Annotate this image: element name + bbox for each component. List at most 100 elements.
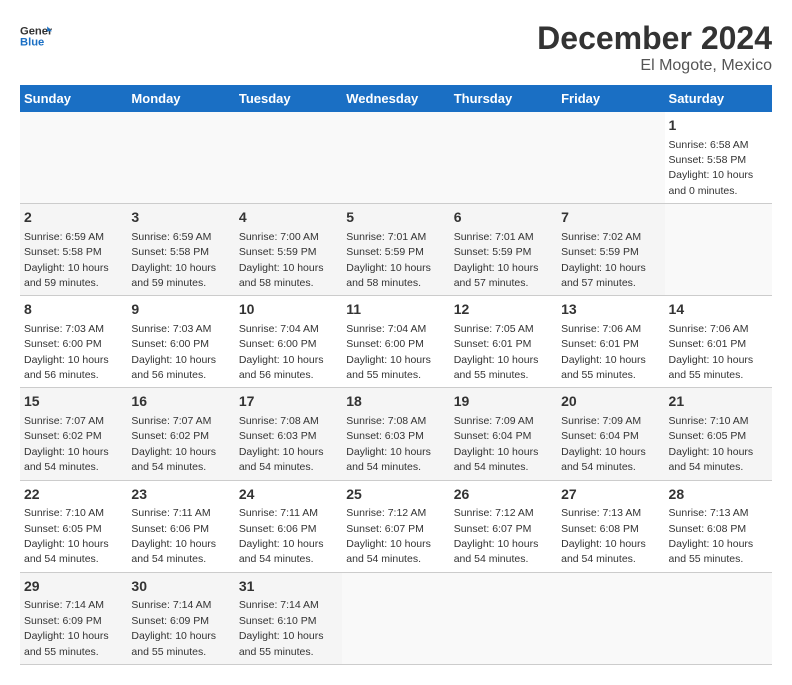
day-number: 17 — [239, 392, 338, 412]
calendar-cell: 4 Sunrise: 7:00 AMSunset: 5:59 PMDayligh… — [235, 204, 342, 296]
calendar-cell — [557, 112, 664, 204]
week-row-5: 22 Sunrise: 7:10 AMSunset: 6:05 PMDaylig… — [20, 480, 772, 572]
calendar-cell: 20 Sunrise: 7:09 AMSunset: 6:04 PMDaylig… — [557, 388, 664, 480]
day-number: 21 — [669, 392, 768, 412]
day-number: 14 — [669, 300, 768, 320]
logo-icon: General Blue — [20, 20, 52, 52]
day-number: 9 — [131, 300, 230, 320]
calendar-cell: 19 Sunrise: 7:09 AMSunset: 6:04 PMDaylig… — [450, 388, 557, 480]
col-header-saturday: Saturday — [665, 85, 772, 112]
col-header-thursday: Thursday — [450, 85, 557, 112]
sunrise-info: Sunrise: 7:04 AMSunset: 6:00 PMDaylight:… — [346, 323, 431, 381]
day-number: 25 — [346, 485, 445, 505]
week-row-6: 29 Sunrise: 7:14 AMSunset: 6:09 PMDaylig… — [20, 572, 772, 664]
calendar-cell: 25 Sunrise: 7:12 AMSunset: 6:07 PMDaylig… — [342, 480, 449, 572]
week-row-4: 15 Sunrise: 7:07 AMSunset: 6:02 PMDaylig… — [20, 388, 772, 480]
sunrise-info: Sunrise: 7:11 AMSunset: 6:06 PMDaylight:… — [131, 507, 216, 565]
day-number: 23 — [131, 485, 230, 505]
calendar-cell — [235, 112, 342, 204]
calendar-cell: 31 Sunrise: 7:14 AMSunset: 6:10 PMDaylig… — [235, 572, 342, 664]
sunrise-info: Sunrise: 7:14 AMSunset: 6:09 PMDaylight:… — [24, 599, 109, 657]
sunrise-info: Sunrise: 7:12 AMSunset: 6:07 PMDaylight:… — [346, 507, 431, 565]
day-number: 19 — [454, 392, 553, 412]
calendar-cell: 21 Sunrise: 7:10 AMSunset: 6:05 PMDaylig… — [665, 388, 772, 480]
sunrise-info: Sunrise: 7:03 AMSunset: 6:00 PMDaylight:… — [131, 323, 216, 381]
day-number: 26 — [454, 485, 553, 505]
col-header-wednesday: Wednesday — [342, 85, 449, 112]
calendar-cell — [342, 112, 449, 204]
calendar-cell: 22 Sunrise: 7:10 AMSunset: 6:05 PMDaylig… — [20, 480, 127, 572]
calendar-cell: 2 Sunrise: 6:59 AMSunset: 5:58 PMDayligh… — [20, 204, 127, 296]
calendar-cell: 14 Sunrise: 7:06 AMSunset: 6:01 PMDaylig… — [665, 296, 772, 388]
day-number: 8 — [24, 300, 123, 320]
sunrise-info: Sunrise: 7:13 AMSunset: 6:08 PMDaylight:… — [669, 507, 754, 565]
week-row-3: 8 Sunrise: 7:03 AMSunset: 6:00 PMDayligh… — [20, 296, 772, 388]
col-header-monday: Monday — [127, 85, 234, 112]
sunrise-info: Sunrise: 7:13 AMSunset: 6:08 PMDaylight:… — [561, 507, 646, 565]
sunrise-info: Sunrise: 7:07 AMSunset: 6:02 PMDaylight:… — [131, 415, 216, 473]
page-subtitle: El Mogote, Mexico — [537, 57, 772, 75]
day-number: 30 — [131, 577, 230, 597]
logo: General Blue — [20, 20, 52, 52]
day-number: 16 — [131, 392, 230, 412]
sunrise-info: Sunrise: 7:14 AMSunset: 6:10 PMDaylight:… — [239, 599, 324, 657]
day-number: 3 — [131, 208, 230, 228]
calendar-cell: 9 Sunrise: 7:03 AMSunset: 6:00 PMDayligh… — [127, 296, 234, 388]
day-number: 12 — [454, 300, 553, 320]
week-row-2: 2 Sunrise: 6:59 AMSunset: 5:58 PMDayligh… — [20, 204, 772, 296]
sunrise-info: Sunrise: 7:03 AMSunset: 6:00 PMDaylight:… — [24, 323, 109, 381]
day-number: 27 — [561, 485, 660, 505]
calendar-cell — [665, 572, 772, 664]
sunrise-info: Sunrise: 7:00 AMSunset: 5:59 PMDaylight:… — [239, 231, 324, 289]
sunrise-info: Sunrise: 7:10 AMSunset: 6:05 PMDaylight:… — [24, 507, 109, 565]
calendar-cell: 7 Sunrise: 7:02 AMSunset: 5:59 PMDayligh… — [557, 204, 664, 296]
calendar-cell: 15 Sunrise: 7:07 AMSunset: 6:02 PMDaylig… — [20, 388, 127, 480]
col-header-tuesday: Tuesday — [235, 85, 342, 112]
page-title: December 2024 — [537, 20, 772, 57]
sunrise-info: Sunrise: 7:02 AMSunset: 5:59 PMDaylight:… — [561, 231, 646, 289]
calendar-cell: 26 Sunrise: 7:12 AMSunset: 6:07 PMDaylig… — [450, 480, 557, 572]
calendar-cell: 10 Sunrise: 7:04 AMSunset: 6:00 PMDaylig… — [235, 296, 342, 388]
sunrise-info: Sunrise: 7:06 AMSunset: 6:01 PMDaylight:… — [669, 323, 754, 381]
calendar-cell — [665, 204, 772, 296]
calendar-cell: 18 Sunrise: 7:08 AMSunset: 6:03 PMDaylig… — [342, 388, 449, 480]
day-number: 22 — [24, 485, 123, 505]
day-number: 13 — [561, 300, 660, 320]
calendar-cell: 11 Sunrise: 7:04 AMSunset: 6:00 PMDaylig… — [342, 296, 449, 388]
calendar-cell: 16 Sunrise: 7:07 AMSunset: 6:02 PMDaylig… — [127, 388, 234, 480]
day-number: 29 — [24, 577, 123, 597]
calendar-cell: 27 Sunrise: 7:13 AMSunset: 6:08 PMDaylig… — [557, 480, 664, 572]
day-number: 1 — [669, 116, 768, 136]
day-number: 10 — [239, 300, 338, 320]
calendar-cell: 1 Sunrise: 6:58 AMSunset: 5:58 PMDayligh… — [665, 112, 772, 204]
sunrise-info: Sunrise: 7:08 AMSunset: 6:03 PMDaylight:… — [346, 415, 431, 473]
day-number: 5 — [346, 208, 445, 228]
calendar-cell: 8 Sunrise: 7:03 AMSunset: 6:00 PMDayligh… — [20, 296, 127, 388]
calendar-cell — [342, 572, 449, 664]
sunrise-info: Sunrise: 7:05 AMSunset: 6:01 PMDaylight:… — [454, 323, 539, 381]
calendar-cell: 23 Sunrise: 7:11 AMSunset: 6:06 PMDaylig… — [127, 480, 234, 572]
calendar-cell: 29 Sunrise: 7:14 AMSunset: 6:09 PMDaylig… — [20, 572, 127, 664]
sunrise-info: Sunrise: 7:10 AMSunset: 6:05 PMDaylight:… — [669, 415, 754, 473]
day-number: 18 — [346, 392, 445, 412]
sunrise-info: Sunrise: 7:01 AMSunset: 5:59 PMDaylight:… — [346, 231, 431, 289]
calendar-cell: 30 Sunrise: 7:14 AMSunset: 6:09 PMDaylig… — [127, 572, 234, 664]
svg-text:Blue: Blue — [20, 37, 44, 49]
sunrise-info: Sunrise: 6:59 AMSunset: 5:58 PMDaylight:… — [131, 231, 216, 289]
day-number: 2 — [24, 208, 123, 228]
calendar-cell — [450, 112, 557, 204]
day-number: 28 — [669, 485, 768, 505]
sunrise-info: Sunrise: 6:58 AMSunset: 5:58 PMDaylight:… — [669, 139, 754, 197]
calendar-cell: 24 Sunrise: 7:11 AMSunset: 6:06 PMDaylig… — [235, 480, 342, 572]
day-number: 4 — [239, 208, 338, 228]
sunrise-info: Sunrise: 7:09 AMSunset: 6:04 PMDaylight:… — [454, 415, 539, 473]
day-number: 6 — [454, 208, 553, 228]
week-row-1: 1 Sunrise: 6:58 AMSunset: 5:58 PMDayligh… — [20, 112, 772, 204]
calendar-cell: 17 Sunrise: 7:08 AMSunset: 6:03 PMDaylig… — [235, 388, 342, 480]
calendar-cell — [450, 572, 557, 664]
calendar-cell: 5 Sunrise: 7:01 AMSunset: 5:59 PMDayligh… — [342, 204, 449, 296]
calendar-cell — [20, 112, 127, 204]
sunrise-info: Sunrise: 7:01 AMSunset: 5:59 PMDaylight:… — [454, 231, 539, 289]
day-number: 24 — [239, 485, 338, 505]
day-number: 11 — [346, 300, 445, 320]
